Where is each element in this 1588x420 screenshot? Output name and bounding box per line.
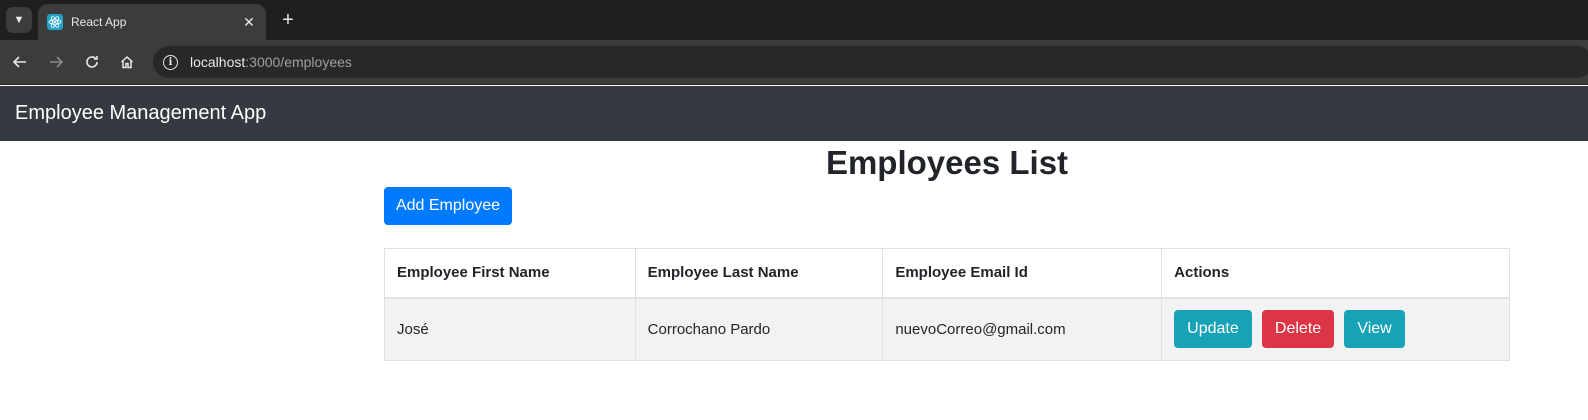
column-header-actions: Actions	[1161, 248, 1510, 299]
cell-email: nuevoCorreo@gmail.com	[882, 297, 1163, 361]
update-button[interactable]: Update	[1174, 310, 1252, 349]
table-header-row: Employee First Name Employee Last Name E…	[384, 248, 1510, 299]
view-button[interactable]: View	[1344, 310, 1405, 349]
home-icon[interactable]	[115, 50, 139, 74]
address-bar[interactable]: i localhost:3000/employees	[153, 46, 1588, 78]
back-arrow-icon[interactable]	[8, 50, 32, 74]
delete-button[interactable]: Delete	[1261, 310, 1335, 349]
tab-title: React App	[71, 15, 127, 29]
cell-actions: Update Delete View	[1161, 297, 1510, 361]
browser-tabstrip: ▼ React App ✕ +	[0, 0, 1588, 40]
forward-arrow-icon[interactable]	[44, 50, 68, 74]
column-header-first-name: Employee First Name	[384, 248, 636, 299]
new-tab-plus-icon[interactable]: +	[276, 8, 300, 32]
column-header-email: Employee Email Id	[882, 248, 1163, 299]
tab-search-chevron-icon[interactable]: ▼	[6, 7, 32, 33]
page-title: Employees List	[825, 144, 1069, 181]
table-row: José Corrochano Pardo nuevoCorreo@gmail.…	[384, 297, 1510, 361]
react-favicon-icon	[47, 14, 63, 30]
tab-close-icon[interactable]: ✕	[239, 12, 259, 32]
cell-last-name: Corrochano Pardo	[634, 297, 884, 361]
browser-toolbar: i localhost:3000/employees	[0, 40, 1588, 85]
url-text: localhost:3000/employees	[190, 54, 352, 70]
reload-icon[interactable]	[80, 50, 104, 74]
column-header-last-name: Employee Last Name	[634, 248, 884, 299]
site-info-icon[interactable]: i	[163, 54, 178, 70]
add-employee-button[interactable]: Add Employee	[384, 187, 512, 225]
cell-first-name: José	[384, 297, 636, 361]
employees-table: Employee First Name Employee Last Name E…	[384, 248, 1510, 361]
app-navbar: Employee Management App	[0, 86, 1588, 141]
browser-tab[interactable]: React App ✕	[38, 4, 266, 40]
app-brand[interactable]: Employee Management App	[15, 102, 266, 125]
